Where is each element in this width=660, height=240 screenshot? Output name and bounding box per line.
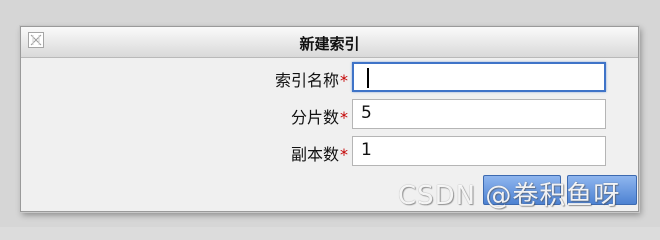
required-mark: * — [340, 145, 348, 164]
screen: 新建索引 索引名称* 分片数* 5 副本数* 1 CSDN @卷积鱼呀 — [0, 0, 660, 227]
new-index-dialog: 新建索引 索引名称* 分片数* 5 副本数* 1 CSDN @卷积鱼呀 — [20, 26, 639, 212]
replicas-row: 副本数* 1 — [21, 136, 638, 168]
required-mark: * — [340, 108, 348, 127]
replicas-label-text: 副本数 — [290, 145, 339, 164]
index-name-row: 索引名称* — [21, 62, 638, 94]
shards-input[interactable]: 5 — [352, 99, 606, 129]
dialog-titlebar[interactable]: 新建索引 — [21, 27, 638, 58]
shards-row: 分片数* 5 — [21, 99, 638, 131]
index-name-label: 索引名称* — [275, 67, 348, 91]
watermark-text: CSDN @卷积鱼呀 — [398, 181, 621, 211]
replicas-value: 1 — [361, 140, 372, 160]
required-mark: * — [340, 71, 348, 90]
replicas-label: 副本数* — [291, 141, 348, 165]
shards-value: 5 — [361, 103, 372, 123]
shards-label: 分片数* — [291, 104, 348, 128]
replicas-input[interactable]: 1 — [352, 136, 606, 166]
index-name-label-text: 索引名称 — [274, 71, 339, 90]
shards-label-text: 分片数 — [290, 108, 339, 127]
text-caret — [367, 68, 369, 88]
dialog-title: 新建索引 — [299, 35, 360, 53]
index-name-input[interactable] — [352, 62, 606, 92]
